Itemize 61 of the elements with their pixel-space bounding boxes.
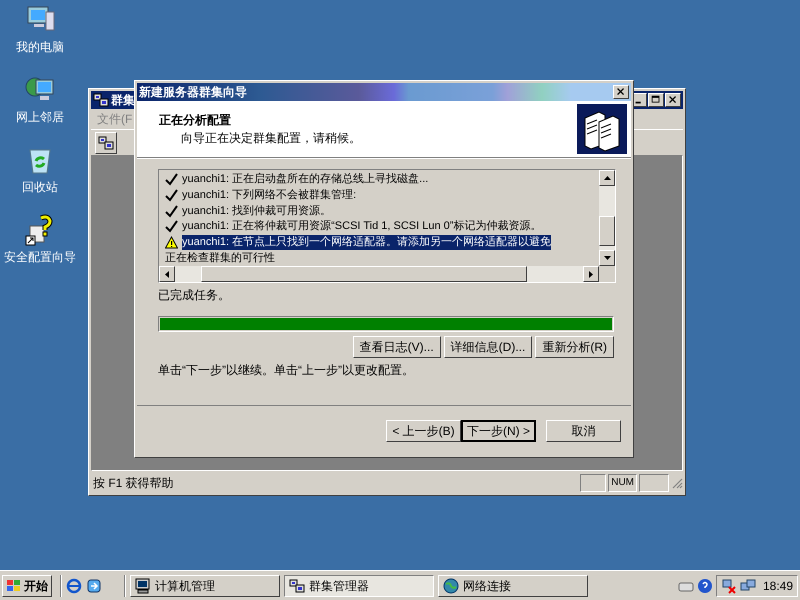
window-title: 群集 (111, 92, 135, 109)
servers-icon (577, 104, 627, 154)
log-entry[interactable]: yuanchi1: 下列网络不会被群集管理: (182, 188, 356, 203)
num-lock-indicator: NUM (608, 474, 637, 492)
cluster-icon (93, 92, 109, 108)
maximize-icon[interactable] (648, 93, 664, 107)
log-entry[interactable]: yuanchi1: 正在将仲裁可用资源“SCSI Tid 1, SCSI Lun 0”标记为仲裁资源。 (182, 219, 542, 234)
right-arrow-icon[interactable] (589, 270, 593, 278)
start-button[interactable]: 开始 (2, 574, 52, 596)
browser-icon[interactable] (66, 578, 82, 594)
page-subheading: 向导正在决定群集配置，请稍候。 (180, 130, 362, 147)
log-entry[interactable]: yuanchi1: 在节点上只找到一个网络适配器。请添加另一个网络适配器以避免 (182, 235, 552, 250)
log-entry[interactable]: 正在检查群集的可行性 (165, 250, 275, 266)
warning-icon (165, 236, 178, 250)
check-icon (165, 204, 178, 218)
desktop-icon-label[interactable]: 网上邻居 (16, 108, 64, 126)
network-globe-icon (443, 578, 459, 594)
task-status: 已完成任务。 (158, 287, 231, 304)
computer-icon (135, 578, 151, 594)
taskbar-button[interactable]: 计算机管理 (130, 574, 280, 596)
hint-text: 单击“下一步”以继续。单击“上一步”以更改配置。 (158, 362, 415, 379)
desktop-icon-label[interactable]: 我的电脑 (16, 38, 64, 56)
log-entry[interactable]: yuanchi1: 找到仲裁可用资源。 (182, 204, 332, 219)
status-text: 按 F1 获得帮助 (92, 475, 175, 492)
scroll-thumb[interactable] (201, 266, 527, 282)
up-arrow-icon[interactable] (604, 176, 610, 180)
toolbar-button[interactable] (95, 132, 117, 154)
nav-button[interactable]: < 上一步(B) (386, 420, 461, 442)
action-button[interactable]: 查看日志(V)... (352, 336, 441, 358)
taskbar-button[interactable]: 网络连接 (438, 574, 588, 596)
close-icon[interactable] (613, 85, 629, 99)
horizontal-scrollbar[interactable] (159, 266, 599, 282)
log-entry[interactable]: yuanchi1: 正在启动盘所在的存储总线上寻找磁盘... (182, 172, 428, 188)
action-button[interactable]: 重新分析(R) (535, 336, 614, 358)
desktop-icon-label[interactable]: 安全配置向导 (4, 248, 76, 266)
dialog-title: 新建服务器群集向导 (139, 84, 247, 101)
vertical-scrollbar[interactable] (599, 170, 615, 266)
action-button[interactable]: 详细信息(D)... (444, 336, 532, 358)
nav-button[interactable]: 下一步(N) > (461, 420, 536, 442)
cluster-icon (289, 578, 305, 594)
cluster-icon (98, 134, 114, 150)
network-disconnected-icon[interactable] (720, 578, 737, 594)
status-panel (639, 474, 669, 492)
desktop-shortcut-icon[interactable] (86, 578, 102, 594)
windows-logo-icon (6, 578, 22, 592)
check-icon (165, 173, 178, 186)
left-arrow-icon[interactable] (165, 270, 169, 278)
status-panel (580, 474, 606, 492)
close-icon[interactable] (665, 93, 681, 107)
check-icon (165, 189, 178, 202)
network-connection-icon[interactable] (740, 578, 756, 594)
desktop-icon-label[interactable]: 回收站 (22, 178, 58, 196)
help-icon[interactable] (696, 578, 713, 594)
page-heading: 正在分析配置 (159, 112, 232, 129)
clock: 18:49 (762, 578, 793, 594)
taskbar-button[interactable]: 群集管理器 (284, 574, 434, 596)
scroll-thumb[interactable] (599, 216, 615, 246)
nav-button[interactable]: 取消 (546, 420, 621, 442)
check-icon (165, 220, 178, 234)
down-arrow-icon[interactable] (604, 256, 610, 260)
resize-grip-icon[interactable] (671, 477, 683, 489)
